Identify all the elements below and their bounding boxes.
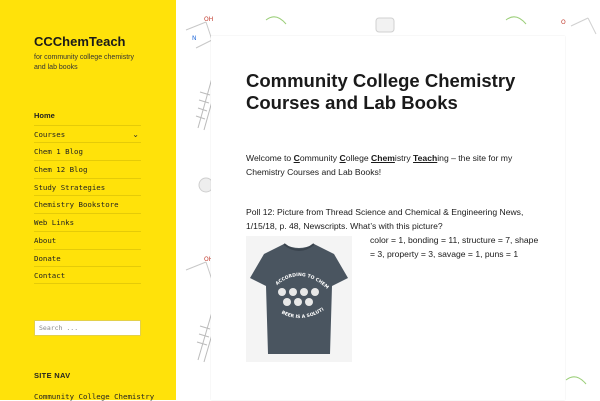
menu-item-study-strategies[interactable]: Study Strategies: [34, 177, 141, 196]
menu-item-label[interactable]: Home: [34, 111, 55, 120]
menu-item-chem-12-blog[interactable]: Chem 12 Blog: [34, 160, 141, 178]
svg-text:O: O: [561, 19, 566, 26]
intro-istry: istry: [394, 153, 414, 163]
menu-item-contact[interactable]: Contact: [34, 266, 141, 284]
menu-item-label[interactable]: Chem 1 Blog: [34, 147, 83, 156]
tshirt-icon: ACCORDING TO CHEMISTRY BEER IS A SOLUTIO…: [243, 232, 348, 354]
menu-item-label[interactable]: Contact: [34, 271, 65, 280]
svg-text:OH: OH: [204, 16, 213, 23]
menu-item-label[interactable]: About: [34, 236, 56, 245]
menu-item-home[interactable]: Home: [34, 107, 141, 125]
menu-item-label[interactable]: Donate: [34, 254, 61, 263]
menu-item-web-links[interactable]: Web Links: [34, 213, 141, 231]
menu-item-label[interactable]: Chemistry Bookstore: [34, 200, 119, 209]
menu-item-label[interactable]: Web Links: [34, 218, 74, 227]
site-title[interactable]: CCChemTeach: [34, 34, 126, 49]
intro-ollege: ollege: [345, 153, 372, 163]
tshirt-image: ACCORDING TO CHEMISTRY BEER IS A SOLUTIO…: [243, 232, 352, 362]
sidebar: CCChemTeach for community college chemis…: [0, 0, 176, 401]
menu-item-chem-1-blog[interactable]: Chem 1 Blog: [34, 142, 141, 160]
search-input[interactable]: Search ...: [34, 320, 141, 336]
main-menu: Home Courses ⌄ Chem 1 Blog Chem 12 Blog S…: [34, 107, 141, 284]
widget-title: SITE NAV: [34, 371, 71, 380]
poll-answers: color = 1, bonding = 11, structure = 7, …: [370, 235, 539, 259]
menu-item-label[interactable]: Courses: [34, 130, 65, 139]
chevron-down-icon[interactable]: ⌄: [132, 126, 139, 144]
content-card: Community College Chemistry Courses and …: [211, 36, 565, 400]
intro-chem: Chem: [371, 153, 395, 163]
page-title: Community College Chemistry Courses and …: [246, 70, 516, 113]
intro-teach: Teach: [413, 153, 438, 163]
menu-item-donate[interactable]: Donate: [34, 248, 141, 267]
menu-item-courses[interactable]: Courses ⌄: [34, 124, 141, 144]
intro-text: Welcome to Community College Chemistry T…: [246, 152, 536, 179]
menu-item-about[interactable]: About: [34, 230, 141, 249]
poll-text: Poll 12: Picture from Thread Science and…: [246, 207, 524, 231]
menu-item-label[interactable]: Study Strategies: [34, 183, 105, 192]
site-description: for community college chemistry and lab …: [34, 54, 134, 71]
intro-prefix: Welcome to: [246, 153, 294, 163]
svg-text:N: N: [192, 35, 197, 42]
menu-item-chemistry-bookstore[interactable]: Chemistry Bookstore: [34, 195, 141, 213]
intro-ommunity: ommunity: [299, 153, 340, 163]
menu-item-label[interactable]: Chem 12 Blog: [34, 165, 87, 174]
